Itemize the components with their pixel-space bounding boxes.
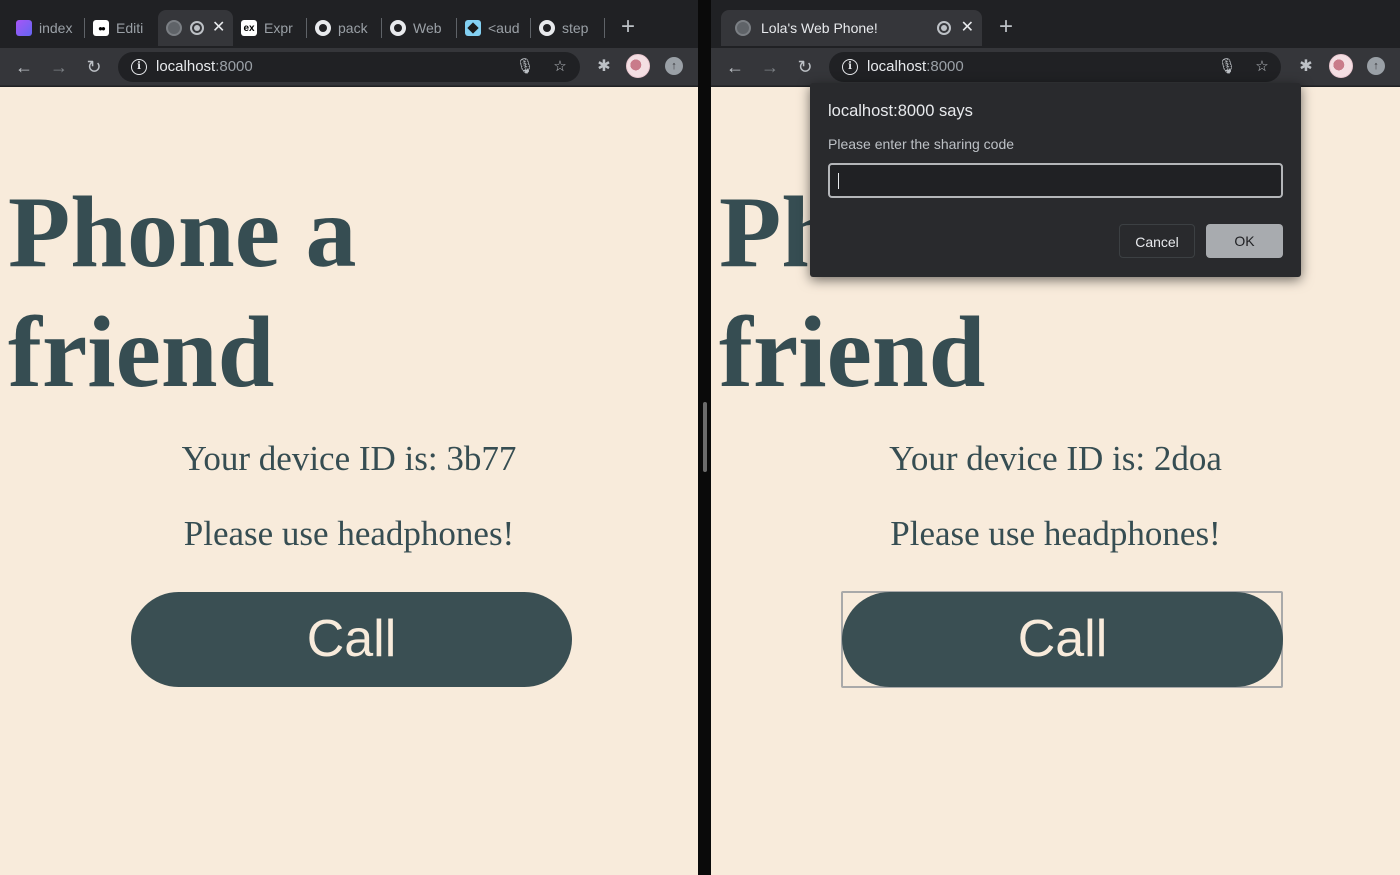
- forward-icon[interactable]: →: [756, 53, 784, 81]
- device-id-text: Your device ID is: 3b77: [181, 439, 517, 478]
- avatar[interactable]: [626, 54, 650, 78]
- github-icon: [390, 20, 406, 36]
- back-icon[interactable]: ←: [721, 53, 749, 81]
- tab-title: Editi: [116, 20, 144, 36]
- github-icon: [315, 20, 331, 36]
- layers-icon: [16, 20, 32, 36]
- avatar[interactable]: [1329, 54, 1353, 78]
- tab-title: Web: [413, 20, 442, 36]
- tab-mdn-audio[interactable]: <aud: [457, 10, 529, 46]
- close-tab-icon[interactable]: ✕: [961, 20, 974, 36]
- medium-icon: [93, 20, 109, 36]
- tab-title: index: [39, 20, 73, 36]
- github-icon: [539, 20, 555, 36]
- tab-github-pack[interactable]: pack: [307, 10, 379, 46]
- split-resize-handle[interactable]: [703, 402, 707, 472]
- globe-icon: [166, 20, 182, 36]
- address-bar[interactable]: i localhost:8000 🎙 ☆: [118, 52, 580, 82]
- browser-toolbar: ← → ↻ i localhost:8000 🎙 ☆ ✱ ↑: [0, 48, 698, 86]
- headphones-notice: Please use headphones!: [890, 514, 1221, 553]
- device-id-text: Your device ID is: 2doa: [889, 439, 1222, 478]
- info-icon[interactable]: i: [131, 59, 147, 75]
- star-icon[interactable]: ☆: [1250, 55, 1274, 79]
- new-tab-button[interactable]: +: [992, 13, 1020, 41]
- tab-lolas-web-phone[interactable]: Lola's Web Phone! ✕: [721, 10, 982, 46]
- tab-title: step: [562, 20, 589, 36]
- reload-icon[interactable]: ↻: [80, 53, 108, 81]
- ok-button[interactable]: OK: [1206, 224, 1283, 258]
- tab-github-step[interactable]: step: [531, 10, 603, 46]
- browser-toolbar: ← → ↻ i localhost:8000 🎙 ☆ ✱ ↑: [711, 48, 1400, 86]
- prompt-dialog: localhost:8000 says Please enter the sha…: [810, 83, 1301, 277]
- tab-express[interactable]: ex Expr: [233, 10, 305, 46]
- new-tab-button[interactable]: +: [614, 13, 642, 41]
- tab-title: <aud: [488, 20, 520, 36]
- tab-separator: [604, 18, 605, 38]
- call-button[interactable]: Call: [131, 592, 572, 687]
- sharing-code-input[interactable]: [828, 163, 1283, 198]
- cancel-button[interactable]: Cancel: [1119, 224, 1195, 258]
- star-icon[interactable]: ☆: [548, 55, 572, 79]
- recording-icon: [190, 21, 204, 35]
- mdn-icon: [465, 20, 481, 36]
- tab-strip: index Editi ✕ ex Expr pack Web <aud: [0, 0, 698, 48]
- tab-title: pack: [338, 20, 368, 36]
- page-viewport: Phone a friend Your device ID is: 3b77 P…: [0, 87, 698, 875]
- url-text: localhost:8000: [156, 58, 253, 75]
- browser-window-right: Lola's Web Phone! ✕ + ← → ↻ i localhost:…: [711, 0, 1400, 875]
- microphone-icon[interactable]: 🎙: [1215, 55, 1239, 79]
- text-caret: [838, 173, 839, 189]
- close-tab-icon[interactable]: ✕: [212, 20, 225, 36]
- update-icon[interactable]: ↑: [665, 57, 683, 75]
- dialog-message: Please enter the sharing code: [828, 136, 1015, 152]
- address-bar[interactable]: i localhost:8000 🎙 ☆: [829, 52, 1281, 82]
- reload-icon[interactable]: ↻: [791, 53, 819, 81]
- forward-icon[interactable]: →: [45, 53, 73, 81]
- tab-index[interactable]: index: [8, 10, 82, 46]
- tab-active-local[interactable]: ✕: [158, 10, 233, 46]
- extensions-icon[interactable]: ✱: [1292, 53, 1320, 81]
- tab-strip: Lola's Web Phone! ✕ +: [711, 0, 1400, 48]
- globe-icon: [735, 20, 751, 36]
- dialog-title: localhost:8000 says: [828, 102, 973, 120]
- microphone-icon[interactable]: 🎙: [513, 55, 537, 79]
- express-icon: ex: [241, 20, 257, 36]
- page-title: Phone a friend: [8, 176, 357, 409]
- tab-title: Lola's Web Phone!: [761, 20, 878, 36]
- tab-title: Expr: [264, 20, 293, 36]
- headphones-notice: Please use headphones!: [183, 514, 515, 553]
- extensions-icon[interactable]: ✱: [590, 53, 618, 81]
- info-icon[interactable]: i: [842, 59, 858, 75]
- url-text: localhost:8000: [867, 58, 964, 75]
- back-icon[interactable]: ←: [10, 53, 38, 81]
- tab-editing[interactable]: Editi: [85, 10, 157, 46]
- update-icon[interactable]: ↑: [1367, 57, 1385, 75]
- tab-github-web[interactable]: Web: [382, 10, 454, 46]
- recording-icon: [936, 21, 951, 35]
- browser-window-left: index Editi ✕ ex Expr pack Web <aud: [0, 0, 698, 875]
- call-button[interactable]: Call: [842, 592, 1283, 687]
